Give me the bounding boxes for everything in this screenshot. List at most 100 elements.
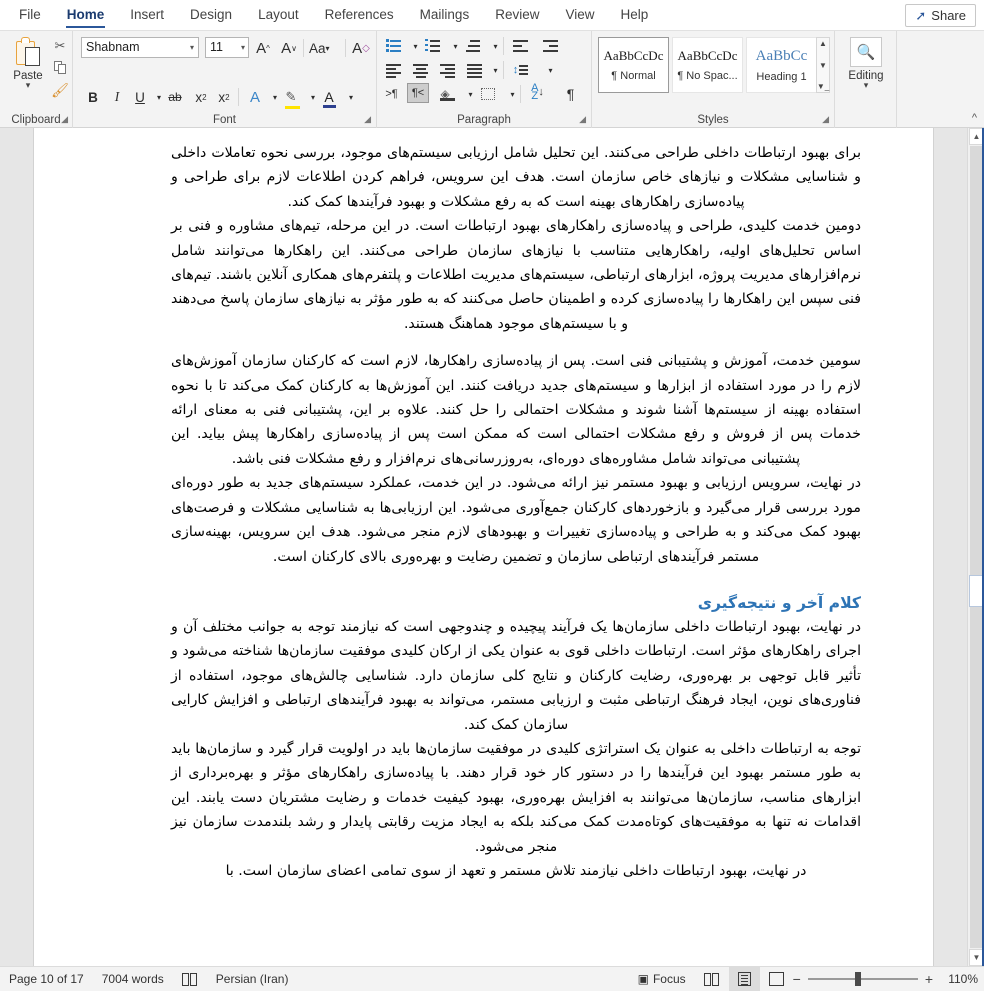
proofing-icon[interactable] (173, 967, 207, 991)
increase-indent-icon[interactable] (540, 35, 561, 57)
borders-icon[interactable] (477, 83, 498, 105)
style-normal[interactable]: AaBbCcDc ¶ Normal (598, 37, 669, 93)
paragraph[interactable]: توجه به ارتباطات داخلی به عنوان یک استرا… (171, 737, 861, 859)
copy-icon[interactable] (50, 58, 70, 78)
chevron-down-icon[interactable]: ▾ (241, 38, 245, 57)
change-case-icon[interactable]: Aa ▾ (309, 37, 330, 59)
share-button[interactable]: ➚ Share (905, 4, 976, 27)
line-spacing-icon[interactable]: ↕ (510, 59, 531, 81)
section-heading[interactable]: کلام آخر و نتیجه‌گیری (171, 591, 861, 615)
tab-insert[interactable]: Insert (117, 0, 177, 30)
editing-button[interactable]: 🔍 Editing ▾ (842, 37, 890, 103)
ribbon-tabs: File Home Insert Design Layout Reference… (0, 0, 661, 30)
style-no-spacing[interactable]: AaBbCcDc ¶ No Spac... (672, 37, 743, 93)
ribbon-group-styles: AaBbCcDc ¶ Normal AaBbCcDc ¶ No Spac... … (592, 31, 835, 128)
document-page[interactable]: برای بهبود ارتباطات داخلی طراحی می‌کنند.… (33, 128, 934, 966)
tab-help[interactable]: Help (608, 0, 662, 30)
styles-gallery-scroll[interactable]: ▲ ▼ ▼_ (816, 37, 830, 93)
focus-mode-button[interactable]: ▣ Focus (629, 967, 695, 991)
align-center-icon[interactable] (410, 59, 431, 81)
clipboard-dialog-launcher[interactable]: ◢ (61, 114, 68, 125)
document-canvas[interactable]: برای بهبود ارتباطات داخلی طراحی می‌کنند.… (0, 128, 984, 966)
print-layout-icon (737, 972, 751, 986)
font-size-combobox[interactable]: 11 ▾ (205, 37, 249, 58)
scroll-up-icon[interactable]: ▲ (819, 39, 827, 48)
decrease-indent-icon[interactable] (510, 35, 531, 57)
underline-icon[interactable]: U (130, 86, 150, 108)
chevron-down-icon[interactable]: ▾ (26, 81, 31, 90)
shading-icon[interactable]: ◈ (437, 83, 458, 105)
paste-button[interactable]: Paste ▾ (6, 35, 50, 103)
grow-font-icon[interactable]: A ^ (253, 37, 273, 59)
zoom-control[interactable]: − + 110% (793, 971, 984, 987)
zoom-slider-knob[interactable] (854, 972, 861, 986)
paragraph[interactable]: در نهایت، بهبود ارتباطات داخلی نیازمند ت… (171, 859, 861, 883)
paragraph-dialog-launcher[interactable]: ◢ (579, 114, 586, 125)
tab-layout[interactable]: Layout (245, 0, 312, 30)
chevron-down-icon[interactable]: ▾ (190, 38, 194, 57)
web-layout-button[interactable] (760, 967, 793, 991)
chevron-down-icon[interactable]: ▾ (864, 81, 869, 90)
read-mode-button[interactable] (695, 967, 729, 991)
tab-references[interactable]: References (312, 0, 407, 30)
clear-formatting-icon[interactable]: A ◇ (351, 37, 371, 59)
format-painter-icon[interactable]: 🖌 (50, 80, 70, 100)
pilcrow-icon[interactable]: ¶ (560, 83, 581, 105)
justify-icon[interactable] (464, 59, 485, 81)
ribbon-group-clipboard: Paste ▾ ✂ 🖌 Clipboard ◢ (0, 31, 73, 128)
font-name-combobox[interactable]: Shabnam ▾ (81, 37, 199, 58)
cut-icon[interactable]: ✂ (50, 36, 70, 56)
zoom-slider[interactable] (807, 972, 918, 986)
paragraph[interactable]: در نهایت، سرویس ارزیابی و بهبود مستمر نی… (171, 471, 861, 569)
style-label: Heading 1 (756, 70, 807, 83)
styles-dialog-launcher[interactable]: ◢ (822, 114, 829, 125)
font-color-icon[interactable]: A (319, 86, 339, 108)
multilevel-list-icon[interactable] (462, 35, 483, 57)
zoom-in-button[interactable]: + (925, 971, 933, 987)
paragraph[interactable]: دومین خدمت کلیدی، طراحی و پیاده‌سازی راه… (171, 214, 861, 336)
font-dialog-launcher[interactable]: ◢ (364, 114, 371, 125)
sort-az-icon[interactable]: A Z ↓ (527, 81, 548, 103)
bullets-icon[interactable] (383, 35, 404, 57)
strikethrough-icon[interactable]: ab (165, 86, 185, 108)
chevron-down-icon[interactable]: ▾ (540, 59, 561, 81)
zoom-out-button[interactable]: − (793, 971, 801, 987)
tab-view[interactable]: View (552, 0, 607, 30)
align-right-icon[interactable] (437, 59, 458, 81)
bold-icon[interactable]: B (83, 86, 103, 108)
chevron-down-icon[interactable]: ▾ (341, 86, 361, 108)
superscript-icon[interactable]: x2 (214, 86, 234, 108)
italic-icon[interactable]: I (107, 86, 127, 108)
status-word-count[interactable]: 7004 words (93, 967, 173, 991)
align-left-icon[interactable] (383, 59, 404, 81)
numbering-icon[interactable] (422, 35, 443, 57)
styles-more-icon[interactable]: ▼_ (817, 82, 829, 91)
magnifier-icon: 🔍 (850, 37, 882, 67)
style-preview: AaBbCcDc (677, 48, 738, 63)
style-preview: AaBbCcDc (603, 48, 664, 63)
rtl-direction-icon[interactable]: ¶< (407, 82, 429, 104)
ribbon-group-editing: 🔍 Editing ▾ (835, 31, 897, 128)
status-language[interactable]: Persian (Iran) (207, 967, 298, 991)
subscript-icon[interactable]: x2 (191, 86, 211, 108)
ltr-direction-icon[interactable]: >¶ (381, 83, 402, 105)
style-preview: AaBbCс (755, 47, 808, 64)
document-content[interactable]: برای بهبود ارتباطات داخلی طراحی می‌کنند.… (171, 141, 861, 883)
print-layout-button[interactable] (728, 966, 760, 991)
tab-file[interactable]: File (6, 0, 54, 30)
tab-review[interactable]: Review (482, 0, 552, 30)
paragraph[interactable]: برای بهبود ارتباطات داخلی طراحی می‌کنند.… (171, 141, 861, 214)
style-heading-1[interactable]: AaBbCс Heading 1 (746, 37, 817, 93)
tab-design[interactable]: Design (177, 0, 245, 30)
text-highlight-color-icon[interactable]: ✎ (281, 86, 301, 109)
scroll-down-icon[interactable]: ▼ (819, 61, 827, 70)
zoom-percentage[interactable]: 110% (940, 972, 978, 986)
tab-mailings[interactable]: Mailings (407, 0, 483, 30)
text-effects-icon[interactable]: A (245, 86, 265, 108)
shrink-font-icon[interactable]: A ∨ (279, 37, 299, 59)
collapse-ribbon-icon[interactable]: ^ (972, 112, 977, 124)
paragraph[interactable]: در نهایت، بهبود ارتباطات داخلی سازمان‌ها… (171, 615, 861, 737)
status-page-number[interactable]: Page 10 of 17 (0, 967, 93, 991)
tab-home[interactable]: Home (54, 0, 118, 30)
paragraph[interactable]: سومین خدمت، آموزش و پشتیبانی فنی است. پس… (171, 349, 861, 471)
